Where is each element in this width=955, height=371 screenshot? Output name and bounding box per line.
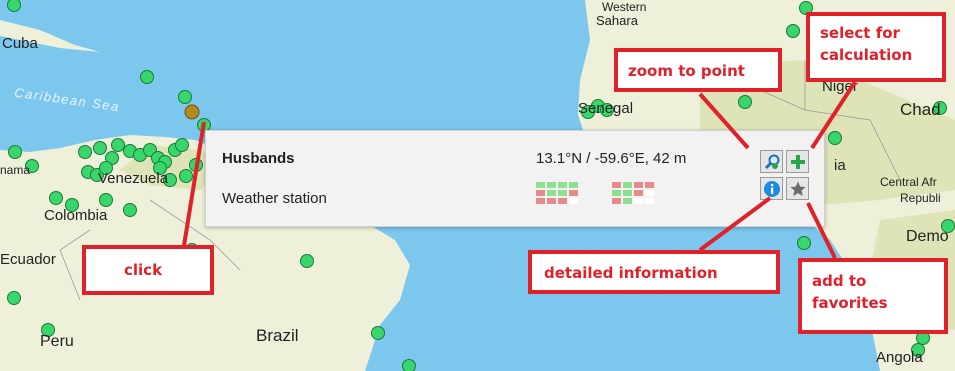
- station-marker[interactable]: [140, 70, 154, 84]
- availability-cell: [558, 182, 567, 188]
- station-marker[interactable]: [189, 158, 203, 172]
- label-venezuela: Venezuela: [98, 170, 169, 187]
- callout-zoom-to-point: zoom to point: [614, 48, 782, 92]
- availability-cell: [645, 190, 654, 196]
- availability-cell: [612, 198, 621, 204]
- callout-fav-line1: add to: [812, 272, 867, 290]
- add-to-favorites-button[interactable]: [786, 177, 809, 200]
- star-icon: [789, 181, 806, 196]
- zoom-to-point-icon: [764, 154, 779, 169]
- availability-cell: [569, 198, 578, 204]
- station-marker[interactable]: [78, 145, 92, 159]
- label-panama: nama: [0, 163, 31, 177]
- zoom-to-point-button[interactable]: [760, 150, 783, 173]
- station-marker[interactable]: [179, 169, 193, 183]
- station-marker[interactable]: [49, 191, 63, 205]
- station-type: Weather station: [222, 190, 327, 207]
- label-angola: Angola: [876, 349, 923, 366]
- station-marker[interactable]: [786, 24, 800, 38]
- station-marker[interactable]: [371, 326, 385, 340]
- station-marker[interactable]: [111, 138, 125, 152]
- availability-cell: [558, 198, 567, 204]
- availability-cell: [536, 190, 545, 196]
- availability-cell: [634, 182, 643, 188]
- availability-cell: [547, 190, 556, 196]
- label-ecuador: Ecuador: [0, 251, 56, 268]
- availability-cell: [645, 182, 654, 188]
- station-popup: Husbands Weather station 13.1°N / -59.6°…: [205, 130, 825, 227]
- select-for-calculation-button[interactable]: [786, 150, 809, 173]
- station-marker[interactable]: [402, 359, 416, 371]
- label-nigeria: ia: [834, 157, 846, 174]
- station-marker[interactable]: [8, 145, 22, 159]
- label-sahara: Sahara: [596, 13, 638, 28]
- label-republic: Republi: [900, 191, 941, 205]
- callout-click: click: [82, 245, 214, 295]
- station-marker[interactable]: [123, 203, 137, 217]
- availability-cell: [623, 182, 632, 188]
- callout-zoom-text: zoom to point: [628, 62, 745, 80]
- plus-icon: [790, 154, 805, 169]
- station-marker[interactable]: [175, 138, 189, 152]
- availability-cell: [547, 182, 556, 188]
- callout-click-text: click: [124, 261, 163, 279]
- label-senegal: Senegal: [578, 100, 634, 117]
- station-coordinates: 13.1°N / -59.6°E, 42 m: [536, 150, 687, 167]
- availability-cell: [569, 182, 578, 188]
- station-marker[interactable]: [93, 141, 107, 155]
- station-marker[interactable]: [797, 236, 811, 250]
- availability-grid-2: [612, 182, 654, 204]
- callout-add-to-favorites: add to favorites: [798, 258, 948, 334]
- selected-station-marker[interactable]: [184, 104, 200, 120]
- station-marker[interactable]: [7, 0, 21, 12]
- station-name: Husbands: [222, 150, 295, 167]
- station-marker[interactable]: [178, 90, 192, 104]
- availability-cell: [623, 198, 632, 204]
- availability-cell: [612, 190, 621, 196]
- availability-cell: [645, 198, 654, 204]
- availability-cell: [536, 182, 545, 188]
- callout-detailed-information: detailed information: [528, 250, 780, 294]
- callout-select-line1: select for: [820, 24, 900, 42]
- availability-cell: [634, 198, 643, 204]
- callout-select-line2: calculation: [820, 46, 913, 64]
- label-brazil: Brazil: [256, 326, 299, 345]
- callout-detailed-text: detailed information: [544, 264, 718, 282]
- callout-fav-line2: favorites: [812, 294, 888, 312]
- detailed-information-button[interactable]: [760, 177, 783, 200]
- label-colombia: Colombia: [44, 207, 108, 224]
- label-peru: Peru: [40, 333, 74, 350]
- station-marker[interactable]: [738, 95, 752, 109]
- station-marker[interactable]: [7, 291, 21, 305]
- availability-cell: [558, 190, 567, 196]
- availability-cell: [612, 182, 621, 188]
- map-screenshot: Western Sahara Cuba Caribbean Sea Senega…: [0, 0, 955, 371]
- availability-cell: [634, 190, 643, 196]
- label-central-africa: Central Afr: [880, 175, 937, 189]
- availability-grid-1: [536, 182, 578, 204]
- label-democratic-republic: Demo: [906, 228, 949, 245]
- availability-cell: [536, 198, 545, 204]
- availability-cell: [547, 198, 556, 204]
- label-cuba: Cuba: [2, 35, 38, 52]
- info-icon: [763, 180, 780, 197]
- station-marker[interactable]: [99, 193, 113, 207]
- availability-cell: [569, 190, 578, 196]
- station-marker[interactable]: [828, 131, 842, 145]
- label-chad: Chad: [900, 100, 941, 119]
- availability-cell: [623, 190, 632, 196]
- callout-select-for-calculation: select for calculation: [806, 12, 946, 82]
- station-marker[interactable]: [300, 254, 314, 268]
- label-western: Western: [602, 0, 647, 14]
